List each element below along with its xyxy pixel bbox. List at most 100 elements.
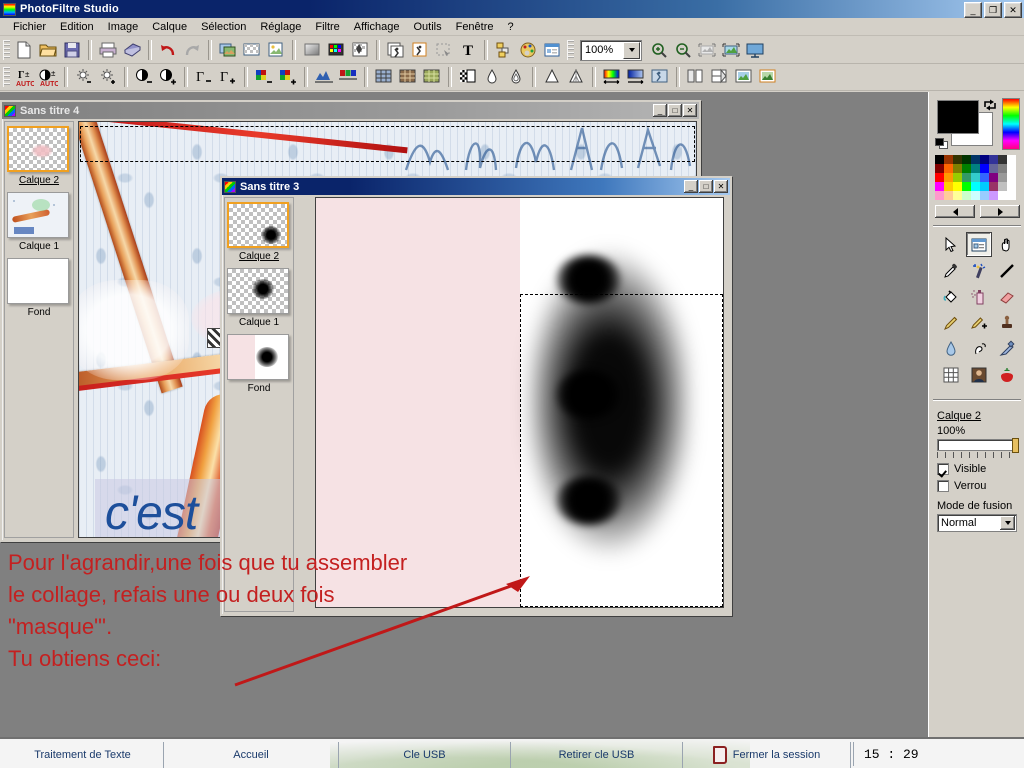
frame-photo-2-icon[interactable] [757, 66, 779, 88]
color-mode-icon[interactable] [325, 39, 347, 61]
palette-color[interactable] [935, 191, 944, 200]
frame-photo-icon[interactable] [733, 66, 755, 88]
palette-icon[interactable] [517, 39, 539, 61]
blend-mode-select[interactable]: Normal [937, 514, 1017, 532]
layer-thumbnail[interactable] [7, 126, 69, 172]
save-icon[interactable] [61, 39, 83, 61]
layers-panel-3[interactable]: Calque 2 Calque 1 Fond [224, 197, 294, 612]
paintbrush-tool-icon[interactable] [937, 310, 965, 336]
contrast-mask-icon[interactable] [457, 66, 479, 88]
palette-color[interactable] [998, 191, 1007, 200]
palette-color[interactable] [998, 173, 1007, 182]
eyedropper-tool-icon[interactable] [937, 258, 965, 284]
palette-color[interactable] [998, 164, 1007, 173]
palette-color[interactable] [962, 164, 971, 173]
toolbar-grip-3[interactable] [3, 67, 10, 87]
palette-color[interactable] [962, 191, 971, 200]
palette-color[interactable] [935, 164, 944, 173]
redo-icon[interactable] [181, 39, 203, 61]
palette-color[interactable] [989, 191, 998, 200]
menu-item-calque[interactable]: Calque [145, 20, 194, 34]
color-palette[interactable] [935, 155, 1020, 200]
layers-panel-4[interactable]: Calque 2 Calque 1 Fond [4, 121, 74, 538]
strawberry-tool-icon[interactable] [993, 362, 1021, 388]
slideshow-icon[interactable] [744, 39, 766, 61]
hand-tool-icon[interactable] [993, 232, 1021, 258]
selection-marquee[interactable] [519, 294, 723, 607]
palette-color[interactable] [935, 155, 944, 164]
taskbar-item-retirer-cle-usb[interactable]: Retirer cle USB [511, 742, 683, 768]
gamma-up-icon[interactable]: Γ [217, 66, 239, 88]
foreground-color-swatch[interactable] [937, 100, 979, 134]
hue-spectrum-bar[interactable] [1002, 98, 1020, 150]
palette-color[interactable] [980, 182, 989, 191]
visible-checkbox[interactable] [937, 463, 949, 475]
palette-color[interactable] [1007, 191, 1016, 200]
advanced-brush-tool-icon[interactable] [965, 310, 993, 336]
palette-color[interactable] [989, 182, 998, 191]
palette-color[interactable] [980, 164, 989, 173]
close-button[interactable]: ✕ [1004, 2, 1022, 18]
palette-color[interactable] [980, 191, 989, 200]
print-icon[interactable] [97, 39, 119, 61]
palette-color[interactable] [998, 182, 1007, 191]
clone-brush-tool-icon[interactable] [993, 336, 1021, 362]
palette-color[interactable] [980, 173, 989, 182]
window-title-bar-4[interactable]: Sans titre 4 _ □ ✕ [2, 102, 699, 119]
palette-color[interactable] [1007, 182, 1016, 191]
layer-item[interactable]: Fond [7, 258, 71, 318]
window-minimize-3[interactable]: _ [684, 180, 698, 193]
palette-color[interactable] [962, 182, 971, 191]
palette-color[interactable] [1007, 155, 1016, 164]
spray-tool-icon[interactable] [965, 284, 993, 310]
menu-item-affichage[interactable]: Affichage [347, 20, 407, 34]
explorer-icon[interactable] [541, 39, 563, 61]
paint-bucket-tool-icon[interactable] [937, 284, 965, 310]
sharpen-icon[interactable] [541, 66, 563, 88]
levels-icon[interactable] [337, 66, 359, 88]
palette-color[interactable] [935, 182, 944, 191]
grid-blue-icon[interactable] [373, 66, 395, 88]
layer-manager-icon[interactable] [493, 39, 515, 61]
taskbar-item-cle-usb[interactable]: Cle USB [339, 742, 511, 768]
mask-icon[interactable] [349, 39, 371, 61]
gamma-down-icon[interactable]: Γ [193, 66, 215, 88]
contrast-up-icon[interactable] [157, 66, 179, 88]
contrast-down-icon[interactable] [133, 66, 155, 88]
palette-color[interactable] [989, 173, 998, 182]
grayscale-icon[interactable] [301, 39, 323, 61]
texture-icon[interactable] [649, 66, 671, 88]
gradient-blue-icon[interactable] [625, 66, 647, 88]
palette-color[interactable] [971, 182, 980, 191]
mirror-icon[interactable] [685, 66, 707, 88]
color-swatches[interactable] [935, 98, 997, 150]
layer-manager-tool-icon[interactable] [965, 232, 993, 258]
zoom-combo[interactable]: 100% [580, 39, 642, 61]
layer-thumbnail[interactable] [7, 258, 69, 304]
layer-item[interactable]: Calque 2 [7, 126, 71, 186]
window-maximize-3[interactable]: □ [699, 180, 713, 193]
palette-color[interactable] [962, 173, 971, 182]
grid-brown-icon[interactable] [397, 66, 419, 88]
swap-colors-icon[interactable] [983, 98, 997, 112]
taskbar-item-accueil[interactable]: Accueil [164, 742, 339, 768]
chevron-down-icon[interactable] [623, 41, 640, 59]
palette-color[interactable] [989, 164, 998, 173]
window-title-bar-3[interactable]: Sans titre 3 _ □ ✕ [222, 178, 730, 195]
palette-next-button[interactable] [980, 205, 1020, 218]
layer-item[interactable]: Fond [227, 334, 291, 394]
copy-images-icon[interactable] [217, 39, 239, 61]
palette-color[interactable] [953, 191, 962, 200]
brightness-up-icon[interactable] [97, 66, 119, 88]
palette-prev-button[interactable] [935, 205, 975, 218]
visible-checkbox-row[interactable]: Visible [937, 463, 1021, 475]
menu-item-fichier[interactable]: Fichier [6, 20, 53, 34]
pointer-tool-icon[interactable] [937, 232, 965, 258]
window-close-4[interactable]: ✕ [683, 104, 697, 117]
palette-color[interactable] [953, 155, 962, 164]
menu-item-outils[interactable]: Outils [406, 20, 448, 34]
default-colors-icon[interactable] [935, 138, 949, 150]
text-tool-icon[interactable]: T [457, 39, 479, 61]
palette-color[interactable] [971, 164, 980, 173]
opacity-slider-knob[interactable] [1012, 438, 1019, 453]
